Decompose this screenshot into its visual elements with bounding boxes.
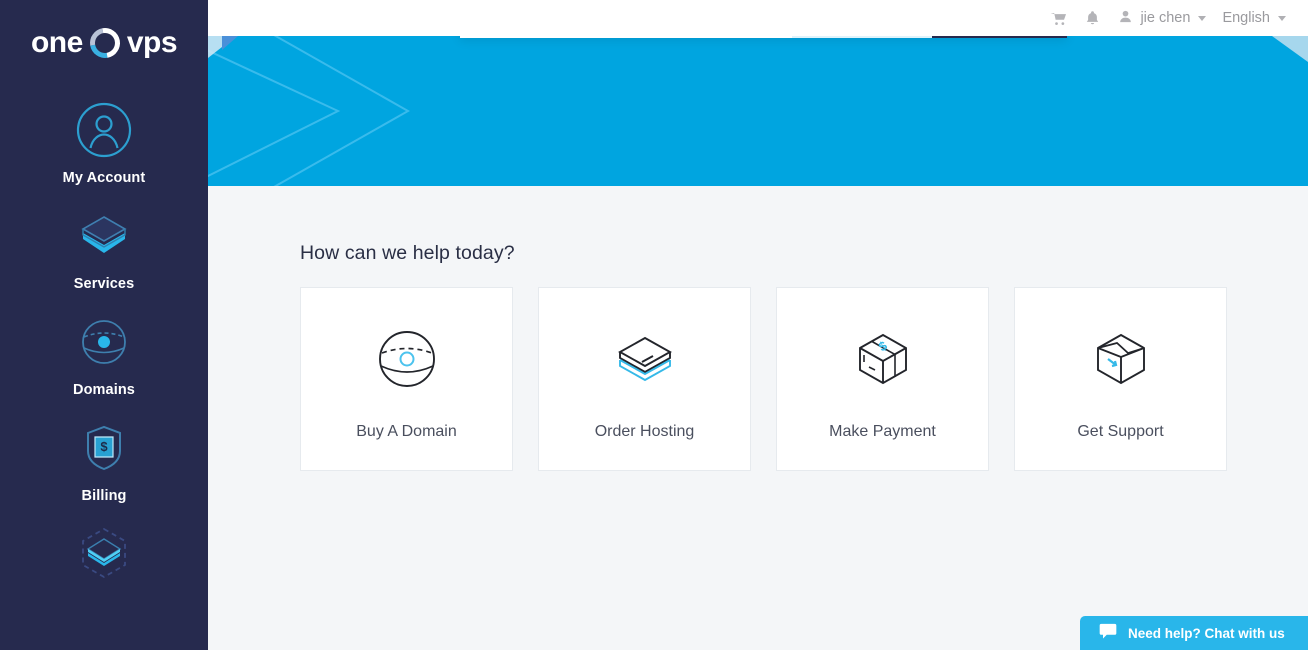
cart-icon[interactable] [1041,1,1075,35]
card-buy-a-domain[interactable]: Buy A Domain [300,287,513,471]
card-label: Make Payment [829,423,936,440]
chat-bubble-icon [1098,621,1118,646]
sidebar-item-domains[interactable]: Domains [0,300,208,406]
chevron-down-icon [1278,15,1286,21]
user-avatar-icon [1117,8,1134,29]
network-layers-icon [72,522,136,586]
content-area: How can we help today? Buy A Domain Orde… [208,186,1308,650]
sidebar: one vps My Account Services Domains $ Bi… [0,0,208,650]
logo-text-one: one [30,26,83,59]
card-order-hosting[interactable]: Order Hosting [538,287,751,471]
chevron-down-icon [1198,15,1207,21]
language-menu[interactable]: English [1214,10,1294,26]
quick-action-cards: Buy A Domain Order Hosting $ Make Paymen… [300,287,1308,471]
sidebar-item-label: Services [73,276,135,292]
app-root: one vps My Account Services Domains $ Bi… [0,0,1308,650]
sidebar-item-my-account[interactable]: My Account [0,88,208,194]
card-make-payment[interactable]: $ Make Payment [776,287,989,471]
sidebar-item-network[interactable] [0,512,208,602]
sidebar-item-billing[interactable]: $ Billing [0,406,208,512]
bell-icon[interactable] [1075,1,1109,35]
domain-sphere-icon [372,317,442,401]
page-title: How can we help today? [300,242,515,264]
user-circle-icon [72,98,136,162]
card-label: Get Support [1077,423,1164,440]
hero-corner-decor-right [1272,36,1308,62]
support-open-box-icon [1084,317,1158,401]
hosting-stack-icon [608,317,682,401]
user-name-label: jie chen [1140,10,1191,26]
card-label: Order Hosting [594,423,695,440]
brand-logo[interactable]: one vps [0,0,208,72]
language-label: English [1222,10,1270,26]
chat-widget-label: Need help? Chat with us [1128,625,1285,641]
hero-chevron-pattern [208,36,411,186]
sidebar-item-label: My Account [62,170,146,186]
globe-icon [72,310,136,374]
sidebar-nav: My Account Services Domains $ Billing [0,88,208,602]
shield-dollar-icon: $ [72,416,136,480]
logo-text-vps: vps [126,26,178,59]
main-area: jie chen English How can we help today? … [208,0,1308,650]
hero-banner [208,36,1308,186]
topbar: jie chen English [208,0,1308,36]
payment-box-icon: $ [846,317,920,401]
sidebar-item-label: Billing [81,488,127,504]
layers-box-icon [72,204,136,268]
svg-text:$: $ [100,439,108,454]
sidebar-item-label: Domains [73,382,135,398]
ring-icon [83,22,126,64]
card-get-support[interactable]: Get Support [1014,287,1227,471]
card-label: Buy A Domain [356,423,457,440]
chat-widget[interactable]: Need help? Chat with us [1080,616,1308,650]
sidebar-item-services[interactable]: Services [0,194,208,300]
user-menu[interactable]: jie chen [1109,8,1214,29]
hero-corner-decor-left-blue [222,36,238,50]
svg-text:$: $ [875,337,889,354]
